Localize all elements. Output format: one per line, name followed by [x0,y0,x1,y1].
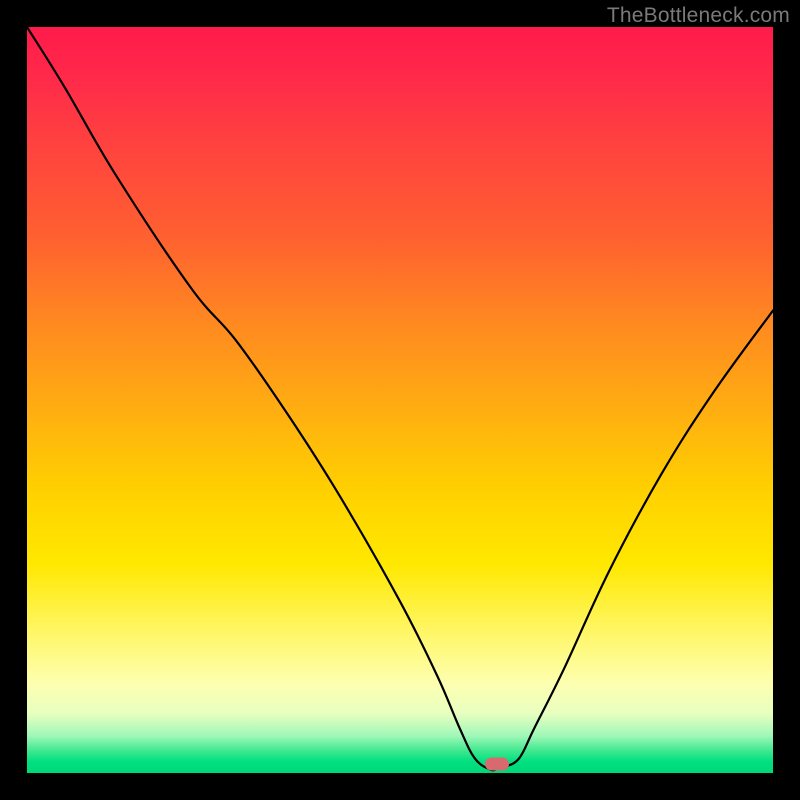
watermark-text: TheBottleneck.com [607,4,790,28]
chart-plot-area [27,27,773,773]
chart-marker-dot [485,758,509,771]
chart-curve [27,27,773,773]
